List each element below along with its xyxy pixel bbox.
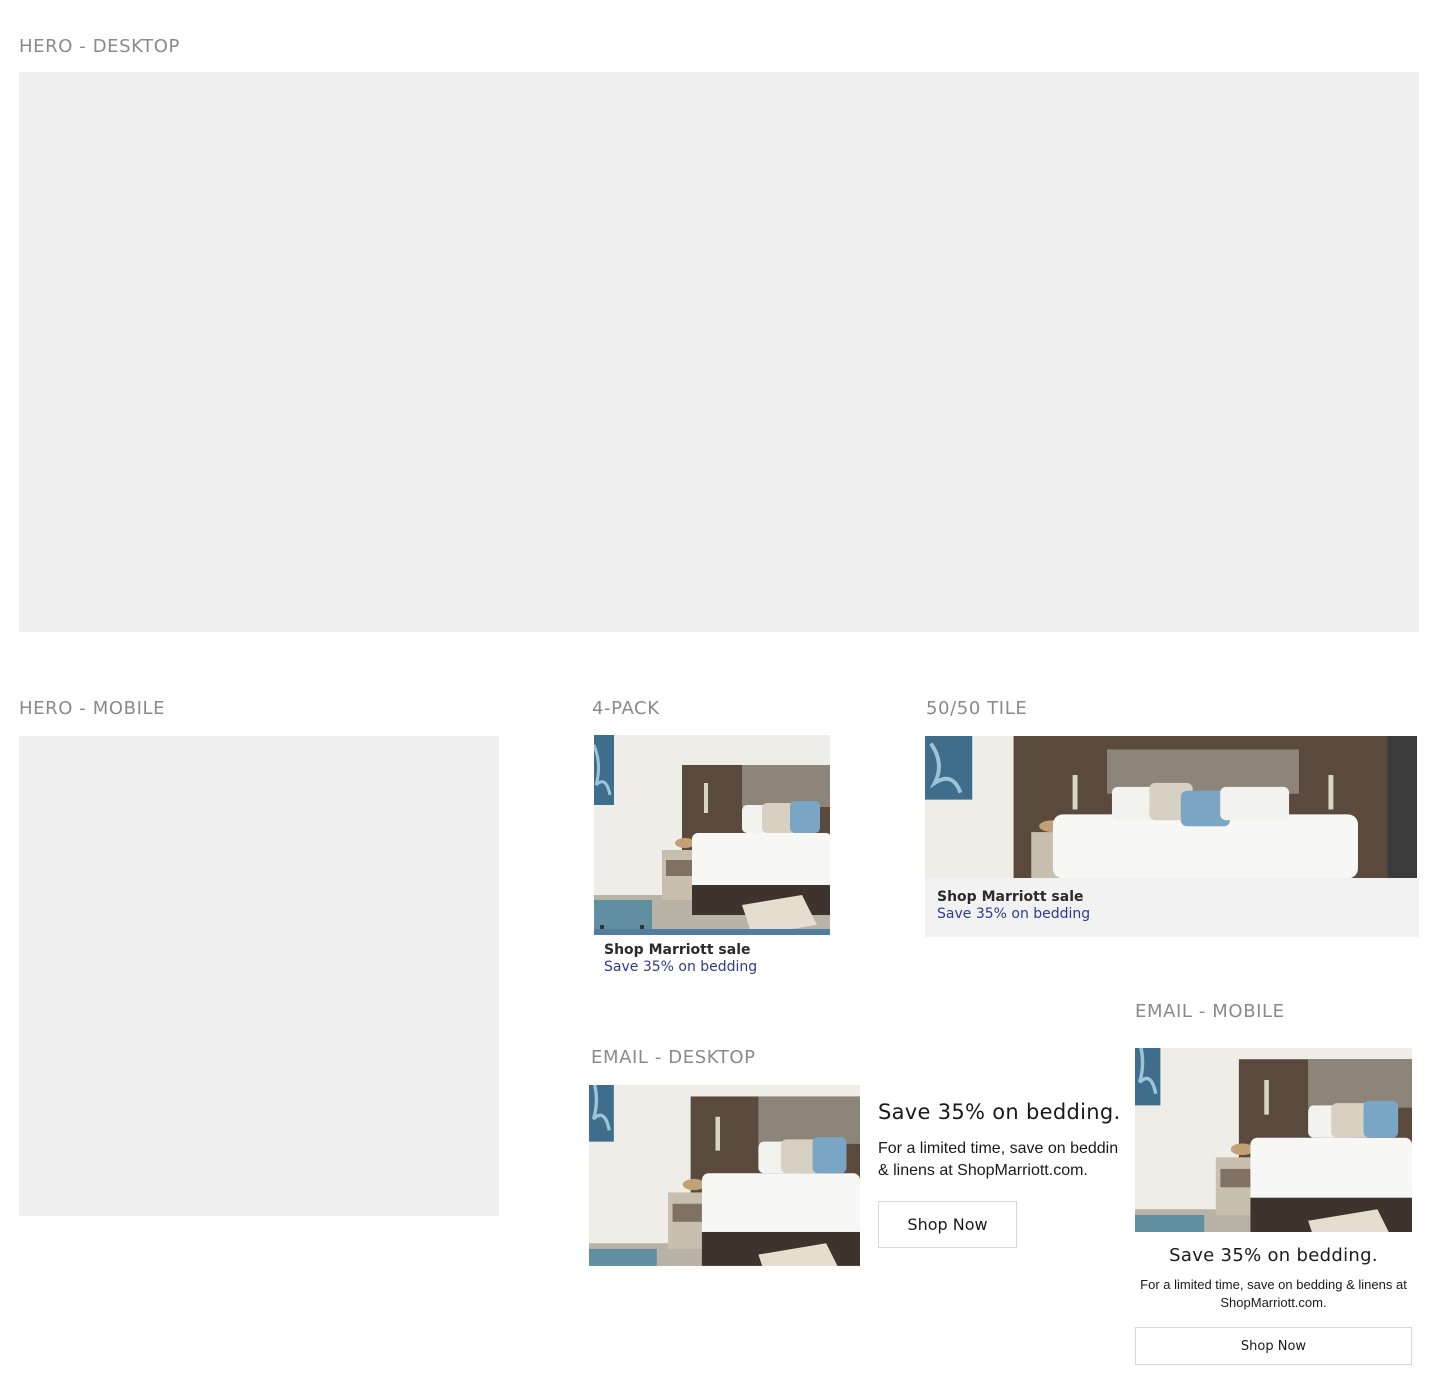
email-mobile-shop-now-button[interactable]: Shop Now [1135,1327,1412,1365]
email-mobile-headline: Save 35% on bedding. [1169,1245,1378,1266]
section-label-email-desktop: EMAIL - DESKTOP [591,1047,756,1068]
section-label-fifty-tile: 50/50 TILE [926,698,1028,719]
fifty-tile-subtitle: Save 35% on bedding [937,906,1091,922]
email-desktop-body: For a limited time, save on beddin & lin… [878,1138,1124,1184]
fifty-tile-caption-bar[interactable]: Shop Marriott sale Save 35% on bedding [925,878,1419,937]
section-label-email-mobile: EMAIL - MOBILE [1135,1001,1285,1022]
email-mobile-body: For a limited time, save on bedding & li… [1135,1276,1412,1312]
email-mobile-body-line1: For a limited time, save on bedding & li… [1140,1277,1407,1292]
email-mobile-body-line2: ShopMarriott.com. [1220,1295,1327,1310]
email-desktop-headline: Save 35% on bedding. [878,1100,1121,1124]
section-label-hero-desktop: HERO - DESKTOP [19,36,181,57]
hero-desktop-placeholder [19,72,1419,632]
four-pack-subtitle[interactable]: Save 35% on bedding [604,959,757,975]
email-desktop-body-line1: For a limited time, save on beddin [878,1140,1119,1157]
fifty-tile-title: Shop Marriott sale [937,889,1084,905]
email-mobile-image[interactable] [1135,1048,1412,1232]
section-label-hero-mobile: HERO - MOBILE [19,698,166,719]
hero-mobile-placeholder [19,736,499,1216]
email-desktop-image[interactable] [589,1085,860,1266]
four-pack-title[interactable]: Shop Marriott sale [604,942,751,958]
four-pack-image[interactable] [594,735,830,935]
fifty-tile-image[interactable] [925,736,1417,878]
email-desktop-body-line2: & linens at ShopMarriott.com. [878,1162,1088,1179]
section-label-four-pack: 4-PACK [592,698,660,719]
email-desktop-shop-now-button[interactable]: Shop Now [878,1201,1017,1248]
